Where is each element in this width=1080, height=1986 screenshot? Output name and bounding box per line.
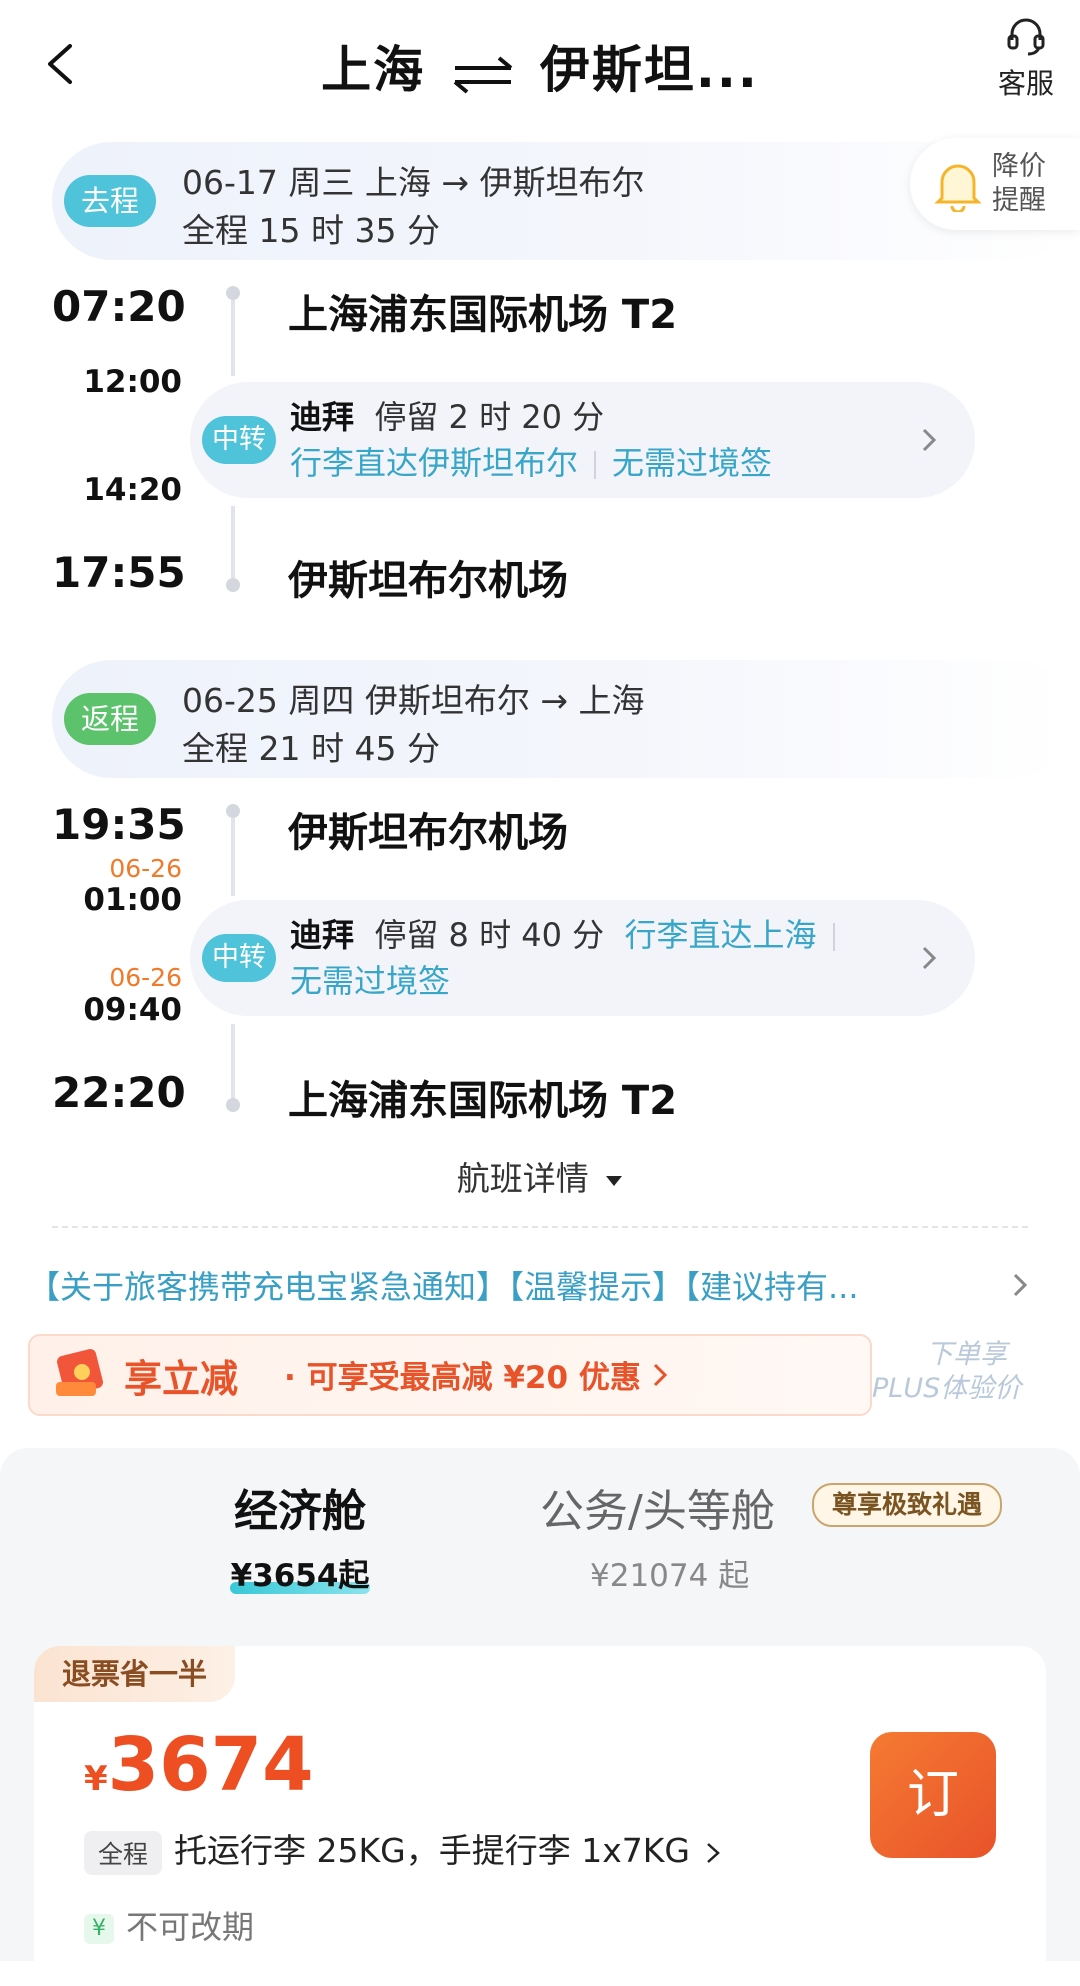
return-arrive-time: 22:20: [52, 1068, 186, 1117]
title-from: 上海: [321, 41, 426, 99]
outbound-depart-time: 07:20: [52, 282, 186, 331]
yen-icon: ¥: [84, 1914, 114, 1944]
plus-price-hint[interactable]: 下单享 PLUS体验价: [872, 1338, 1052, 1406]
outbound-arrive-time: 17:55: [52, 548, 186, 597]
bell-icon: [934, 164, 982, 212]
return-depart-airport: 伊斯坦布尔机场: [288, 810, 568, 856]
headset-icon: [1007, 18, 1045, 56]
transfer-badge: 中转: [202, 934, 276, 982]
outbound-badge: 去程: [64, 175, 156, 227]
timeline-dot: [226, 578, 240, 592]
vip-badge: 尊享极致礼遇: [812, 1483, 1003, 1527]
swap-arrows-icon: [453, 55, 512, 94]
outbound-transfer-card[interactable]: 中转 迪拜 停留 2 时 20 分 行李直达伊斯坦布尔 无需过境签: [190, 382, 975, 498]
baggage-scope-tag: 全程: [84, 1830, 163, 1875]
flight-detail-toggle[interactable]: 航班详情: [0, 1152, 1080, 1200]
plus-line2: PLUS体验价: [872, 1373, 1022, 1404]
refund-tag: 退票省一半: [34, 1646, 236, 1702]
divider: [52, 1226, 1028, 1228]
return-transfer-card[interactable]: 中转 迪拜 停留 8 时 40 分 行李直达上海 无需过境签: [190, 900, 975, 1016]
tab-economy[interactable]: 经济舱: [200, 1475, 400, 1539]
book-button[interactable]: 订: [870, 1732, 996, 1858]
timeline-line: [231, 506, 235, 578]
transfer-badge: 中转: [202, 416, 276, 464]
price-alert-line2: 提醒: [992, 185, 1046, 216]
return-transfer-arrive-date: 06-26: [109, 854, 182, 883]
fare-price: ¥3674: [84, 1722, 314, 1808]
economy-price: ¥3654起: [230, 1558, 370, 1594]
customer-service-button[interactable]: 客服: [994, 18, 1058, 102]
business-price: ¥21074 起: [590, 1558, 750, 1594]
divider: [832, 923, 835, 951]
chevron-right-icon[interactable]: [1012, 1272, 1028, 1298]
return-transfer-depart-time: 09:40: [83, 992, 182, 1028]
tab-business[interactable]: 公务/头等舱: [540, 1475, 775, 1539]
price-alert-button[interactable]: 降价 提醒: [910, 138, 1080, 230]
fare-card[interactable]: 退票省一半 ¥3674 订 全程 托运行李 25KG，手提行李 1x7KG ¥ 不可…: [34, 1646, 1046, 1986]
promo-desc: · 可享受最高减 ¥20 优惠: [284, 1360, 641, 1396]
transfer-stay: 停留 8 时 40 分: [374, 916, 605, 954]
chevron-right-icon: [707, 1842, 721, 1863]
timeline-line: [231, 1024, 235, 1106]
timeline-dot: [226, 1098, 240, 1112]
outbound-route: 06-17 周三 上海 → 伊斯坦布尔: [182, 163, 645, 202]
timeline-line: [231, 300, 235, 376]
plus-line1: 下单享: [926, 1339, 1007, 1370]
page-title: 上海 伊斯坦...: [0, 30, 1080, 102]
chevron-right-icon: [922, 428, 937, 452]
timeline-dot: [226, 804, 240, 818]
flight-detail-label: 航班详情: [456, 1159, 589, 1198]
currency-symbol: ¥: [84, 1759, 108, 1799]
outbound-transfer-arrive-time: 12:00: [83, 364, 182, 400]
transfer-city: 迪拜: [290, 916, 355, 954]
instant-discount-banner[interactable]: 享立减 · 可享受最高减 ¥20 优惠: [28, 1334, 872, 1416]
outbound-transfer-depart-time: 14:20: [83, 472, 182, 508]
return-transfer-arrive-time: 01:00: [83, 882, 182, 918]
return-route: 06-25 周四 伊斯坦布尔 → 上海: [182, 681, 645, 720]
timeline-dot: [226, 286, 240, 300]
return-segment-header: 返程 06-25 周四 伊斯坦布尔 → 上海 全程 21 时 45 分: [52, 660, 1072, 778]
return-badge: 返程: [64, 693, 156, 745]
return-arrive-airport: 上海浦东国际机场 T2: [288, 1078, 678, 1124]
timeline-line: [231, 818, 235, 896]
transfer-city: 迪拜: [290, 398, 355, 436]
reschedule-text: 不可改期: [126, 1908, 255, 1946]
transfer-baggage: 行李直达上海: [624, 916, 817, 954]
promo-title: 享立减: [124, 1357, 239, 1401]
service-label: 客服: [997, 67, 1054, 100]
transfer-stay: 停留 2 时 20 分: [374, 398, 605, 436]
return-duration: 全程 21 时 45 分: [182, 729, 440, 768]
transfer-baggage: 行李直达伊斯坦布尔: [290, 444, 579, 482]
return-transfer-depart-date: 06-26: [109, 963, 182, 992]
baggage-info[interactable]: 全程 托运行李 25KG，手提行李 1x7KG: [84, 1824, 721, 1875]
caret-down-icon: [606, 1175, 623, 1186]
title-to: 伊斯坦...: [539, 41, 759, 99]
red-envelope-icon: [56, 1349, 103, 1396]
chevron-right-icon: [922, 946, 937, 970]
price-value: 3674: [107, 1722, 314, 1808]
price-alert-line1: 降价: [992, 151, 1046, 182]
notice-bar[interactable]: 【关于旅客携带充电宝紧急通知】【温馨提示】【建议持有...: [28, 1262, 1018, 1308]
baggage-text: 托运行李 25KG，手提行李 1x7KG: [174, 1831, 690, 1870]
transfer-visa: 无需过境签: [290, 962, 451, 1000]
outbound-duration: 全程 15 时 35 分: [182, 211, 440, 250]
chevron-right-icon: [653, 1363, 668, 1387]
transfer-visa: 无需过境签: [612, 444, 773, 482]
outbound-depart-airport: 上海浦东国际机场 T2: [288, 292, 678, 338]
divider: [594, 451, 597, 479]
return-depart-time: 19:35: [52, 800, 186, 849]
reschedule-policy: ¥ 不可改期: [84, 1902, 254, 1948]
outbound-arrive-airport: 伊斯坦布尔机场: [288, 558, 568, 604]
